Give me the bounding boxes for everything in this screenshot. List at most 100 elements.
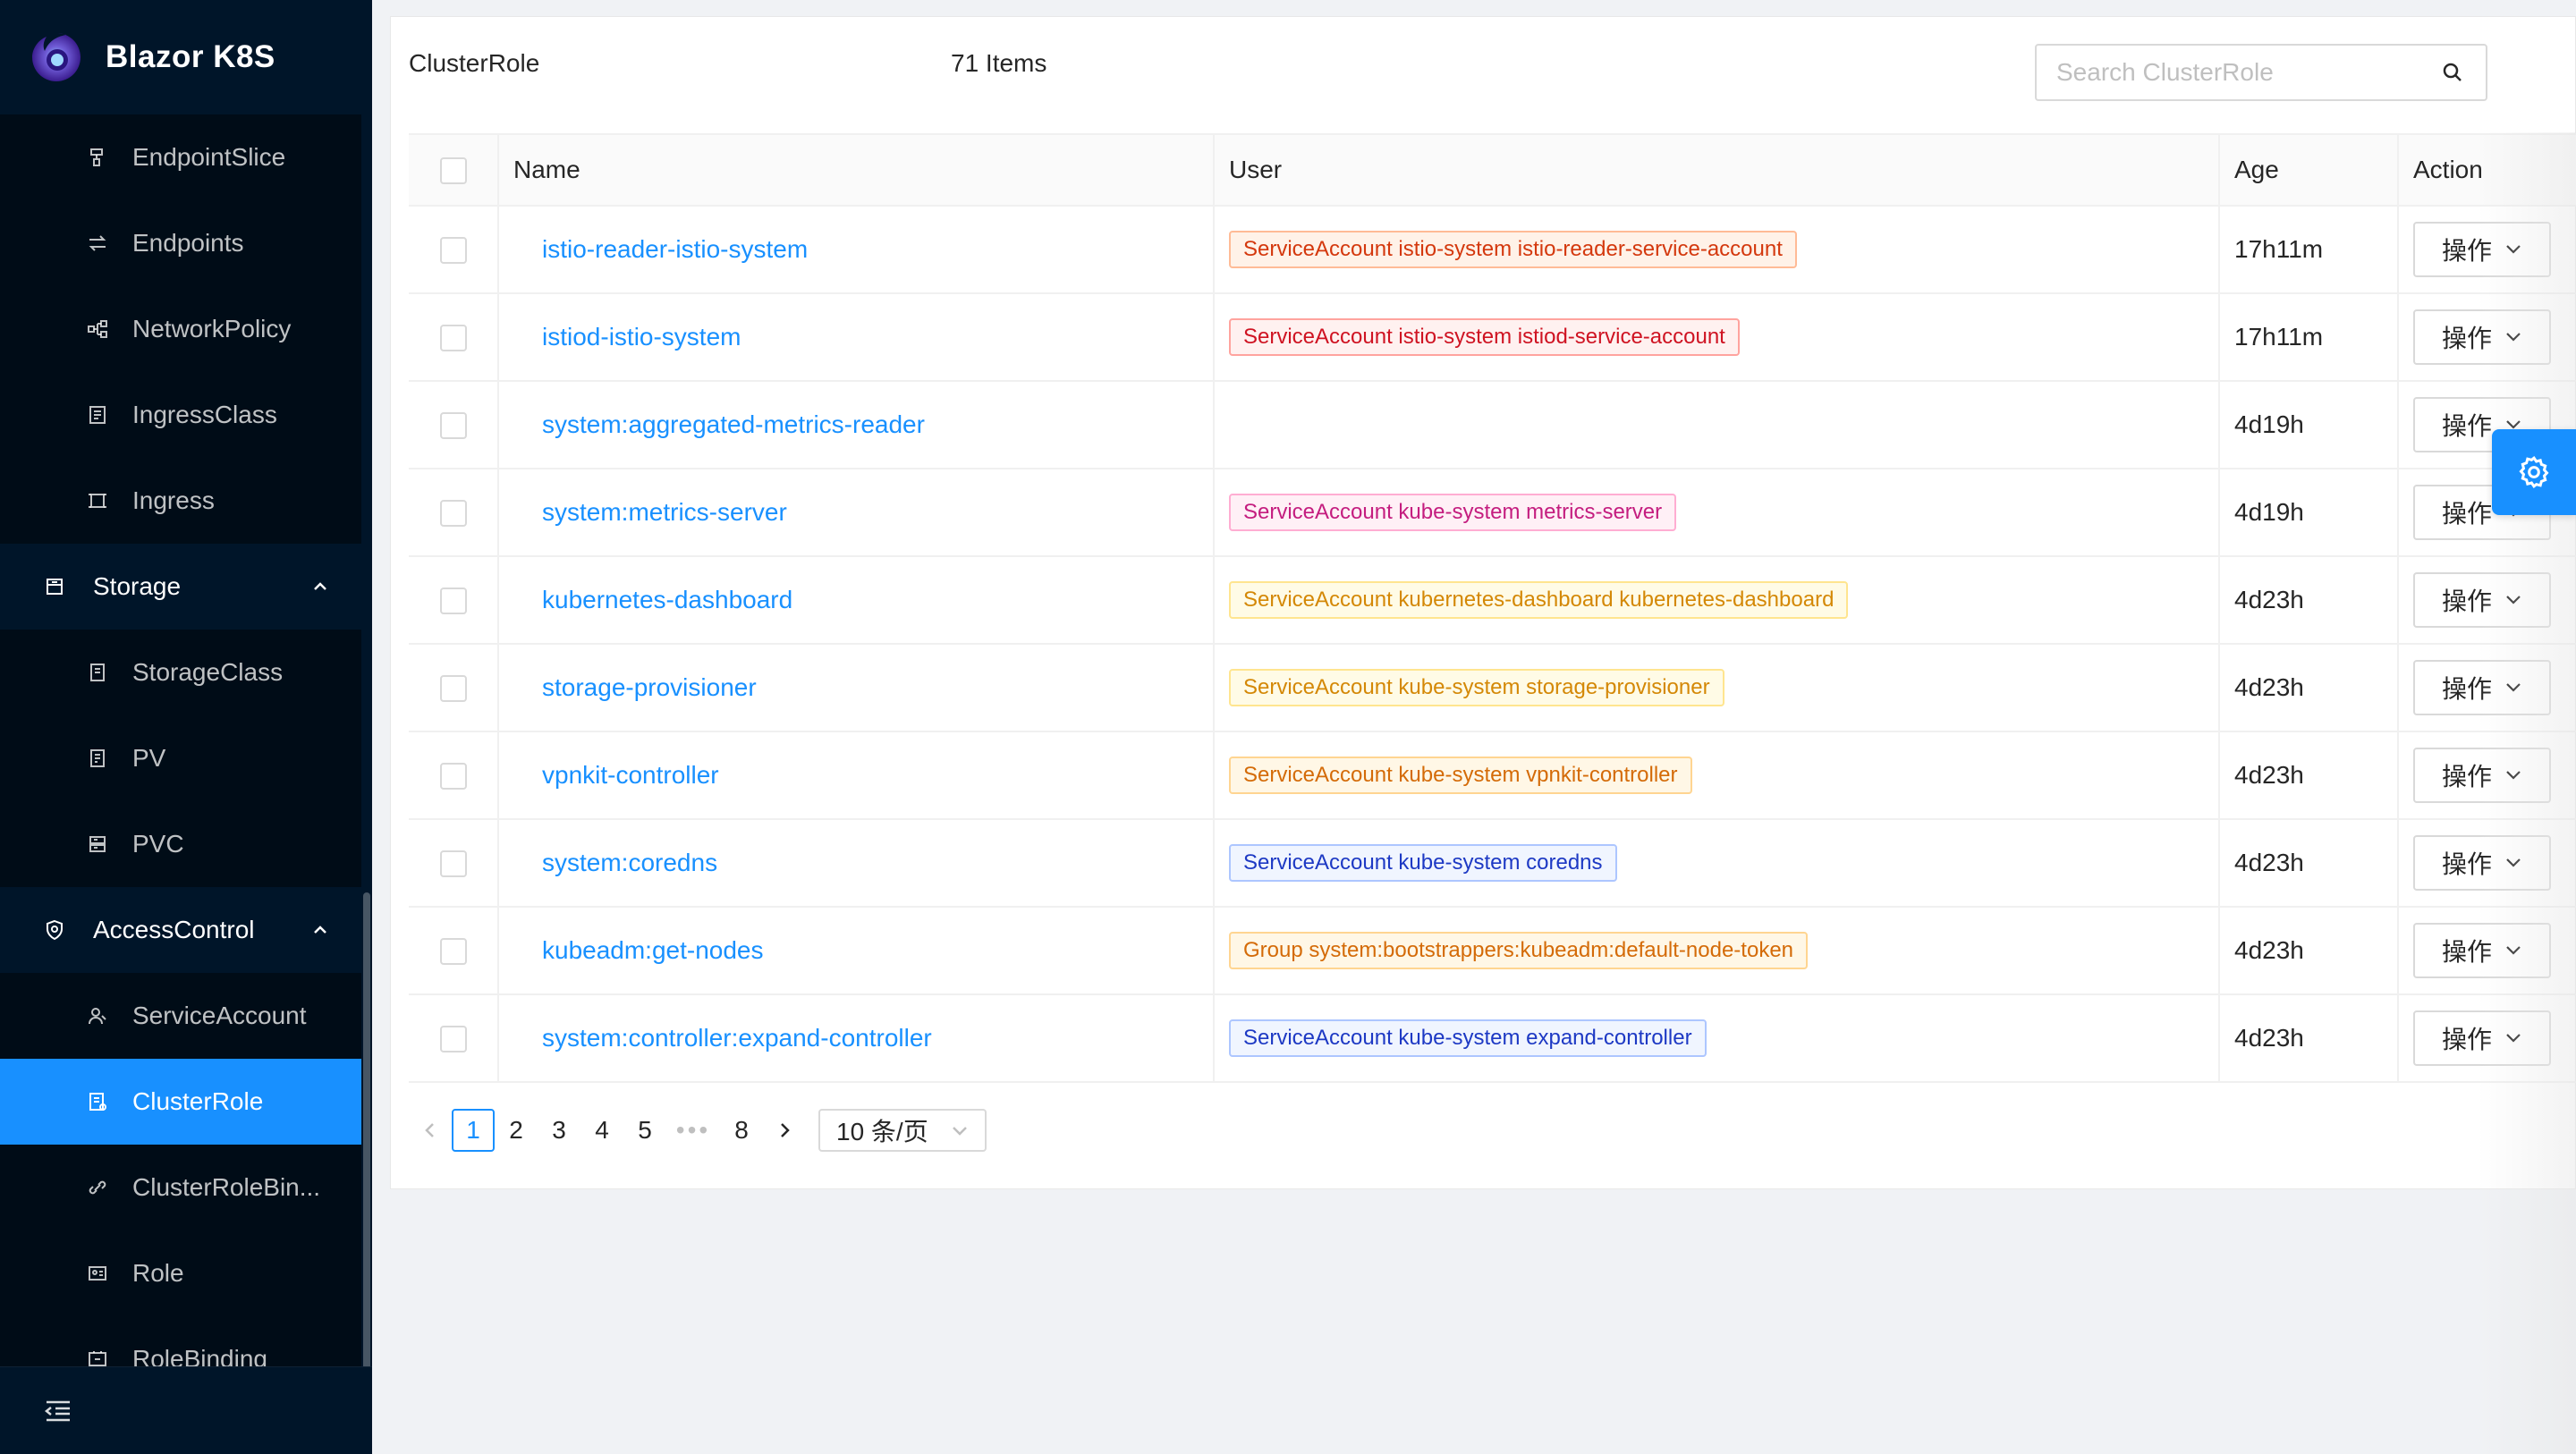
clusterrole-name-link[interactable]: kubeadm:get-nodes bbox=[513, 936, 764, 964]
table-row: istio-reader-istio-system ServiceAccount … bbox=[409, 206, 2576, 294]
search-input[interactable] bbox=[2037, 46, 2470, 99]
select-all-checkbox[interactable] bbox=[439, 157, 467, 185]
clusterrole-name-link[interactable]: kubernetes-dashboard bbox=[513, 586, 792, 613]
table-row: system:aggregated-metrics-reader 4d19h 操作 bbox=[409, 381, 2576, 469]
row-action-dropdown[interactable]: 操作 bbox=[2413, 923, 2551, 978]
row-action-dropdown[interactable]: 操作 bbox=[2413, 835, 2551, 891]
sidebar-scrollbar[interactable] bbox=[361, 114, 372, 1438]
page-button-5[interactable]: 5 bbox=[623, 1109, 666, 1152]
row-action-dropdown[interactable]: 操作 bbox=[2413, 660, 2551, 715]
page-button-last[interactable]: 8 bbox=[720, 1109, 763, 1152]
row-action-dropdown[interactable]: 操作 bbox=[2413, 748, 2551, 803]
action-label: 操作 bbox=[2442, 325, 2493, 352]
age-cell: 4d19h bbox=[2218, 469, 2398, 557]
next-page-button[interactable] bbox=[763, 1109, 806, 1152]
app-logo[interactable]: Blazor K8S bbox=[0, 0, 372, 114]
row-action-dropdown[interactable]: 操作 bbox=[2413, 1010, 2551, 1066]
sidebar-collapse-button[interactable] bbox=[0, 1366, 372, 1454]
sidebar-item-clusterrolebinding[interactable]: ClusterRoleBin... bbox=[0, 1145, 361, 1230]
sidebar-group-accesscontrol[interactable]: AccessControl bbox=[0, 887, 361, 973]
column-header-name: Name bbox=[497, 133, 1214, 207]
chevron-up-icon bbox=[314, 582, 326, 590]
action-label: 操作 bbox=[2442, 588, 2493, 615]
page-button-4[interactable]: 4 bbox=[580, 1109, 623, 1152]
page-button-3[interactable]: 3 bbox=[538, 1109, 580, 1152]
age-cell: 17h11m bbox=[2218, 206, 2398, 294]
chevron-up-icon bbox=[314, 926, 326, 934]
action-label: 操作 bbox=[2442, 763, 2493, 790]
sidebar-item-pv[interactable]: PV bbox=[0, 715, 361, 801]
row-checkbox[interactable] bbox=[439, 500, 467, 528]
column-header-user: User bbox=[1213, 133, 2219, 207]
row-checkbox[interactable] bbox=[439, 325, 467, 352]
sidebar-item-networkpolicy[interactable]: NetworkPolicy bbox=[0, 286, 361, 372]
item-count: 71 Items bbox=[951, 49, 1047, 77]
action-label: 操作 bbox=[2442, 1026, 2493, 1053]
row-checkbox[interactable] bbox=[439, 938, 467, 966]
column-header-action: Action bbox=[2397, 133, 2576, 207]
sidebar-item-clusterrole[interactable]: ClusterRole bbox=[0, 1059, 361, 1145]
row-action-dropdown[interactable]: 操作 bbox=[2413, 222, 2551, 277]
clusterrole-name-link[interactable]: istiod-istio-system bbox=[513, 323, 741, 351]
row-select-cell bbox=[409, 469, 498, 557]
row-checkbox[interactable] bbox=[439, 763, 467, 790]
sidebar-item-label: ClusterRole bbox=[132, 1087, 264, 1115]
name-cell: kubernetes-dashboard bbox=[497, 556, 1214, 645]
clusterrole-name-link[interactable]: system:aggregated-metrics-reader bbox=[513, 410, 925, 438]
action-cell: 操作 bbox=[2397, 731, 2576, 820]
settings-drawer-button[interactable] bbox=[2492, 429, 2576, 515]
endpoints-icon bbox=[86, 232, 109, 255]
prev-page-button[interactable] bbox=[409, 1109, 452, 1152]
user-cell: ServiceAccount kube-system metrics-serve… bbox=[1213, 469, 2219, 557]
page-button-2[interactable]: 2 bbox=[495, 1109, 538, 1152]
subject-tag: ServiceAccount kube-system coredns bbox=[1229, 844, 1617, 882]
clusterrole-name-link[interactable]: system:controller:expand-controller bbox=[513, 1024, 932, 1052]
search-box[interactable] bbox=[2035, 44, 2487, 101]
row-checkbox[interactable] bbox=[439, 1026, 467, 1053]
row-checkbox[interactable] bbox=[439, 237, 467, 265]
sidebar-item-ingress[interactable]: Ingress bbox=[0, 458, 361, 544]
sidebar-item-pvc[interactable]: PVC bbox=[0, 801, 361, 887]
chevron-down-icon bbox=[2506, 333, 2521, 342]
action-label: 操作 bbox=[2442, 500, 2493, 528]
clusterrole-name-link[interactable]: system:coredns bbox=[513, 849, 717, 876]
row-checkbox[interactable] bbox=[439, 675, 467, 703]
sidebar-item-serviceaccount[interactable]: ServiceAccount bbox=[0, 973, 361, 1059]
sidebar-item-ingressclass[interactable]: IngressClass bbox=[0, 372, 361, 458]
age-cell: 4d19h bbox=[2218, 381, 2398, 469]
ingress-class-icon bbox=[86, 403, 109, 427]
action-label: 操作 bbox=[2442, 938, 2493, 966]
row-checkbox[interactable] bbox=[439, 850, 467, 878]
table-row: vpnkit-controller ServiceAccount kube-sys… bbox=[409, 731, 2576, 820]
chevron-down-icon bbox=[2506, 1034, 2521, 1043]
row-checkbox[interactable] bbox=[439, 588, 467, 615]
row-action-dropdown[interactable]: 操作 bbox=[2413, 572, 2551, 628]
sidebar-item-label: EndpointSlice bbox=[132, 143, 286, 171]
sidebar-item-storageclass[interactable]: StorageClass bbox=[0, 630, 361, 715]
select-all-cell bbox=[409, 133, 498, 207]
page-jump-next[interactable]: ••• bbox=[666, 1109, 720, 1152]
clusterrole-name-link[interactable]: istio-reader-istio-system bbox=[513, 235, 808, 263]
subject-tag: ServiceAccount istio-system istiod-servi… bbox=[1229, 318, 1740, 356]
subject-tag: ServiceAccount kube-system expand-contro… bbox=[1229, 1019, 1707, 1057]
page-button-1[interactable]: 1 bbox=[452, 1109, 495, 1152]
user-cell: ServiceAccount kubernetes-dashboard kube… bbox=[1213, 556, 2219, 645]
sidebar-item-role[interactable]: Role bbox=[0, 1230, 361, 1316]
clusterrole-name-link[interactable]: storage-provisioner bbox=[513, 673, 757, 701]
sidebar-group-storage[interactable]: Storage bbox=[0, 544, 361, 630]
name-cell: vpnkit-controller bbox=[497, 731, 1214, 820]
row-action-dropdown[interactable]: 操作 bbox=[2413, 309, 2551, 365]
page-size-select[interactable]: 10 条/页 bbox=[818, 1109, 987, 1152]
action-label: 操作 bbox=[2442, 675, 2493, 703]
name-cell: system:coredns bbox=[497, 819, 1214, 908]
sidebar-item-endpoints[interactable]: Endpoints bbox=[0, 200, 361, 286]
clusterrole-name-link[interactable]: vpnkit-controller bbox=[513, 761, 719, 789]
sidebar-scroll-thumb[interactable] bbox=[363, 892, 370, 1438]
shield-icon bbox=[43, 918, 66, 942]
action-cell: 操作 bbox=[2397, 819, 2576, 908]
search-icon[interactable] bbox=[2441, 61, 2464, 84]
clusterrole-name-link[interactable]: system:metrics-server bbox=[513, 498, 787, 526]
table-row: system:coredns ServiceAccount kube-system… bbox=[409, 819, 2576, 908]
row-checkbox[interactable] bbox=[439, 412, 467, 440]
sidebar-item-endpointslice[interactable]: EndpointSlice bbox=[0, 114, 361, 200]
